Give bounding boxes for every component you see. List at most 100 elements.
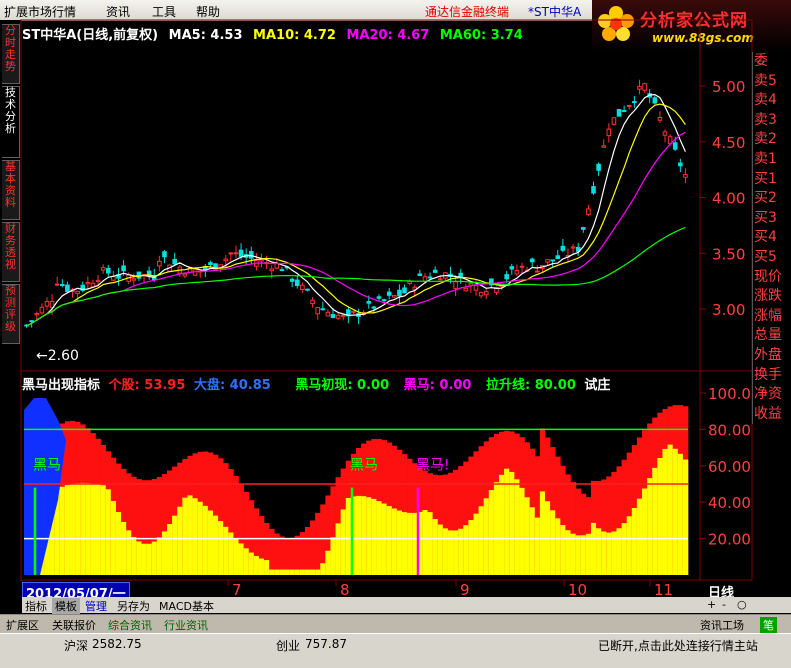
market-strength-bar	[335, 523, 341, 575]
tab-related-quotes[interactable]: 关联报价	[52, 617, 96, 633]
toolbar-saveas-button[interactable]: 另存为	[114, 598, 153, 614]
candle-body	[351, 310, 356, 313]
candle-body	[249, 251, 254, 259]
candle-body	[95, 279, 101, 282]
toolbar-template-button[interactable]: 模板	[52, 598, 80, 614]
stock-strength-bar	[279, 536, 285, 575]
price-tick-label: 5.00	[712, 78, 745, 96]
market-strength-bar	[243, 548, 250, 575]
market-strength-bar	[519, 487, 525, 575]
market-strength-bar	[105, 489, 112, 575]
toolbar-macd-button[interactable]: MACD基本	[156, 598, 217, 614]
reset-view-button[interactable]: ○	[734, 598, 750, 611]
candle-body	[591, 186, 596, 194]
candle-body	[121, 265, 126, 272]
toolbar-indicator-button[interactable]: 指标	[22, 598, 50, 614]
tab-industry-news[interactable]: 行业资讯	[164, 617, 208, 633]
market-strength-bar	[667, 444, 673, 575]
zoom-in-button[interactable]: +	[704, 598, 719, 611]
candle-body	[320, 308, 326, 311]
market-strength-bar	[478, 506, 484, 575]
cy-index-label: 创业	[276, 639, 301, 653]
market-strength-bar	[284, 569, 290, 575]
market-strength-bar	[422, 510, 428, 575]
candle-body	[402, 287, 407, 294]
market-strength-bar	[565, 530, 571, 575]
candle-body	[432, 269, 438, 273]
market-strength-bar	[458, 528, 464, 575]
price-tick-label: 3.00	[712, 301, 745, 319]
market-strength-bar	[621, 523, 628, 575]
candle-body	[458, 272, 463, 278]
candle-body	[570, 246, 576, 249]
market-strength-bar	[647, 478, 653, 575]
candle-body	[85, 281, 91, 285]
connection-status[interactable]: 已断开,点击此处连接行情主站	[598, 637, 758, 654]
ind-early-horse-value: 黑马初现: 0.00	[295, 378, 390, 393]
main-chart-legend: ST中华A(日线,前复权) MA5: 4.53 MA10: 4.72 MA20:…	[22, 24, 529, 43]
market-strength-bar	[146, 543, 152, 575]
candle-body	[238, 249, 244, 257]
candle-body	[136, 271, 142, 279]
market-strength-bar	[560, 525, 566, 575]
chart-title: ST中华A(日线,前复权)	[22, 28, 159, 43]
market-strength-bar	[269, 569, 275, 575]
market-strength-bar	[187, 495, 193, 575]
market-strength-bar	[488, 490, 495, 575]
candle-body	[611, 117, 617, 125]
quote-row-label: 买1	[754, 170, 777, 187]
market-strength-bar	[340, 509, 347, 575]
candle-body	[586, 208, 591, 215]
market-strength-bar	[555, 518, 561, 575]
candle-body	[632, 101, 637, 104]
market-strength-bar	[366, 497, 372, 575]
candle-body	[366, 301, 372, 304]
candle-body	[259, 259, 264, 262]
candle-body	[637, 86, 642, 90]
tab-general-news[interactable]: 综合资讯	[108, 617, 152, 633]
indicator-tick-label: 40.00	[708, 494, 751, 512]
tab-news-workshop[interactable]: 资讯工场	[700, 617, 744, 633]
toolbar-manage-button[interactable]: 管理	[82, 598, 110, 614]
market-strength-bar	[325, 550, 331, 575]
market-strength-bar	[320, 563, 326, 575]
market-strength-bar	[141, 543, 147, 575]
market-strength-bar	[499, 474, 505, 575]
quote-row-label: 涨幅	[754, 307, 782, 324]
price-tick-label: 4.50	[712, 134, 745, 152]
tab-extended-area[interactable]: 扩展区	[6, 617, 39, 633]
market-strength-bar	[182, 497, 188, 575]
candle-body	[596, 163, 601, 171]
candle-body	[294, 279, 300, 287]
ma10-label: MA10: 4.72	[253, 28, 336, 43]
price-tick-label: 3.50	[712, 245, 745, 263]
early-horse-signal-2-label: 黑马	[350, 457, 378, 473]
market-strength-bar	[483, 498, 490, 575]
zoom-out-button[interactable]: -	[719, 598, 729, 611]
market-strength-bar	[550, 510, 556, 575]
market-strength-bar	[468, 520, 474, 575]
market-strength-bar	[590, 522, 597, 575]
kline-chart[interactable]: 5.00 4.50 4.00 3.50 3.00 100.0 80.00 60.00 40.00…	[0, 0, 791, 668]
market-strength-bar	[172, 515, 178, 575]
stock-strength-bar	[269, 528, 275, 575]
market-strength-bar	[192, 498, 198, 575]
tab-notes[interactable]: 笔	[760, 617, 777, 633]
market-strength-bar	[580, 535, 587, 575]
candle-body	[44, 301, 50, 307]
ma20-label: MA20: 4.67	[346, 28, 430, 43]
market-strength-bar	[304, 569, 311, 575]
candle-body	[652, 97, 658, 104]
candle-body	[29, 320, 34, 323]
quote-row-label: 委	[754, 53, 768, 69]
market-strength-bar	[131, 536, 137, 575]
market-strength-bar	[401, 512, 408, 575]
market-strength-bar	[631, 507, 638, 575]
candle-body	[100, 267, 106, 271]
quote-row-label: 换手	[754, 366, 782, 383]
market-strength-bar	[682, 459, 689, 575]
candle-body	[397, 289, 402, 297]
market-strength-bar	[361, 496, 367, 575]
market-strength-bar	[473, 513, 479, 575]
candle-body	[519, 265, 525, 268]
